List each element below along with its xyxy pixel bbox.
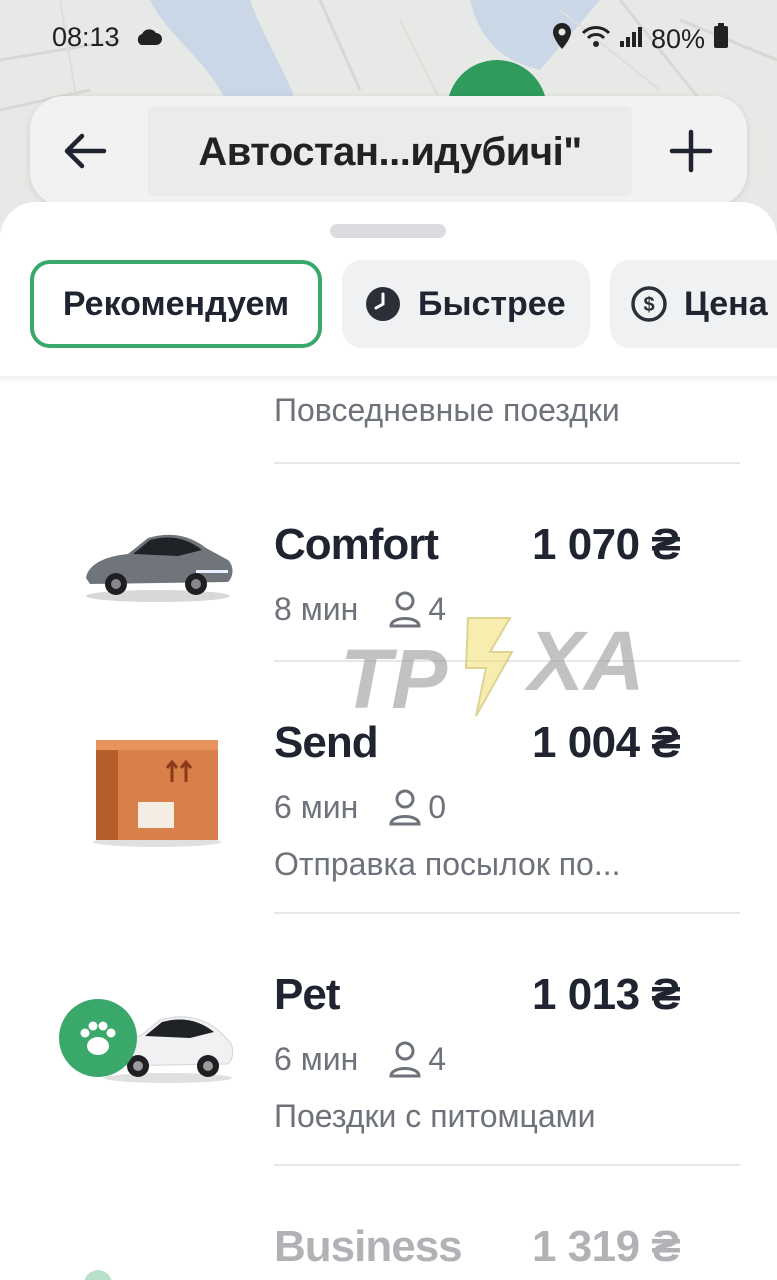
ride-meta: 6 мин 0 [274,788,446,826]
back-arrow-icon[interactable] [60,126,110,176]
filter-chip-label: Цена [684,284,768,323]
status-bar: 08:13 80% [0,0,777,80]
filter-chip-recommended[interactable]: Рекомендуем [30,260,322,348]
signal-icon [619,24,643,55]
row-divider [274,912,740,914]
car-business-icon [78,1256,118,1280]
status-indicators: 80% [551,22,729,57]
ride-eta: 6 мин [274,1040,359,1077]
svg-text:$: $ [643,294,654,316]
filters-shadow [0,376,777,384]
ride-name: Pet [274,970,340,1019]
ride-seats: 0 [428,788,447,825]
watermark-logo: ТР ХА [340,590,670,730]
ride-options-sheet: Рекомендуем Быстрее $ Цена Повседневные … [0,202,777,1280]
person-icon [388,788,422,826]
ride-meta: 6 мин 4 [274,1040,446,1078]
battery-icon [713,23,729,56]
battery-percent: 80% [650,24,705,54]
status-time: 08:13 [52,22,120,52]
watermark-text-right: ХА [524,614,645,708]
clock-icon [364,285,402,323]
person-icon [388,1040,422,1078]
parcel-box-icon [90,736,225,853]
filter-chip-faster[interactable]: Быстрее [342,260,590,348]
row-divider [274,1164,740,1166]
cloud-icon [134,28,162,51]
ride-price: 1 070 ₴ [532,520,681,569]
filter-chip-label: Быстрее [418,284,566,323]
ride-price: 1 319 ₴ [532,1222,681,1271]
ride-description: Отправка посылок по... [274,846,621,882]
row-divider [274,462,740,464]
car-white-paw-icon [58,986,238,1091]
ride-name: Business [274,1222,463,1271]
ride-seats: 4 [428,1040,447,1077]
filter-chip-label: Рекомендуем [62,284,290,323]
ride-price: 1 013 ₴ [532,970,681,1019]
ride-name: Comfort [274,520,439,569]
route-header: Автостан...идубичі" [30,96,747,206]
partial-row-description: Повседневные поездки [274,392,620,428]
add-stop-plus-icon[interactable] [666,126,716,176]
filter-chip-price[interactable]: $ Цена [610,260,777,348]
filter-chips: Рекомендуем Быстрее $ Цена [0,260,777,356]
route-title[interactable]: Автостан...идубичі" [148,130,632,175]
ride-description: Поездки с питомцами [274,1098,596,1134]
watermark-text-left: ТР [340,632,448,726]
car-gray-icon [78,526,238,611]
sheet-drag-handle[interactable] [330,224,446,238]
location-icon [551,22,573,57]
wifi-icon [581,24,611,55]
dollar-coin-icon: $ [630,285,668,323]
ride-eta: 6 мин [274,788,359,825]
